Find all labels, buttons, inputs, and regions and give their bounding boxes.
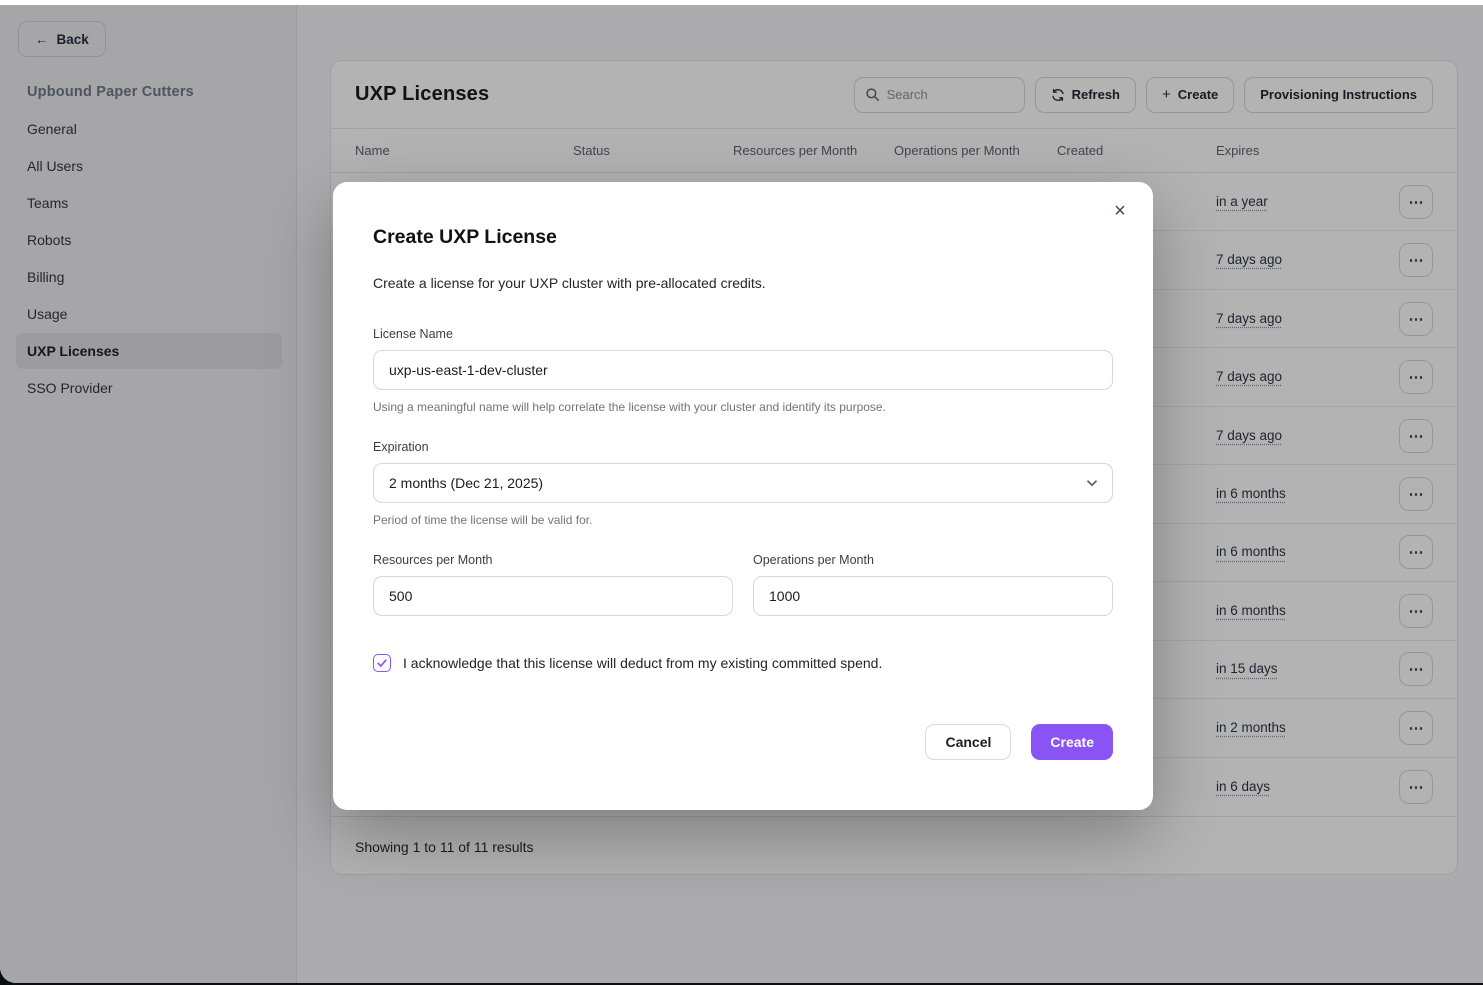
chevron-down-icon xyxy=(1084,475,1100,491)
modal-description: Create a license for your UXP cluster wi… xyxy=(373,275,1113,291)
screen: ← Back Upbound Paper Cutters GeneralAll … xyxy=(0,0,1483,985)
acknowledge-checkbox[interactable] xyxy=(373,654,391,672)
modal-create-button[interactable]: Create xyxy=(1031,724,1113,760)
license-name-field[interactable] xyxy=(373,350,1113,390)
cancel-button[interactable]: Cancel xyxy=(925,724,1011,760)
expiration-select[interactable]: 2 months (Dec 21, 2025) xyxy=(373,463,1113,503)
operations-per-month-field[interactable] xyxy=(753,576,1113,616)
modal-actions: Cancel Create xyxy=(373,724,1113,760)
license-name-label: License Name xyxy=(373,327,1113,341)
create-license-modal: × Create UXP License Create a license fo… xyxy=(333,182,1153,810)
acknowledge-label: I acknowledge that this license will ded… xyxy=(403,655,882,671)
app-window: ← Back Upbound Paper Cutters GeneralAll … xyxy=(0,5,1483,983)
resources-field-group: Resources per Month xyxy=(373,553,733,616)
expiration-helper: Period of time the license will be valid… xyxy=(373,513,1113,527)
expiration-selected-value: 2 months (Dec 21, 2025) xyxy=(389,475,543,491)
window-top-edge xyxy=(0,0,1483,5)
checkmark-icon xyxy=(376,657,388,669)
operations-field-group: Operations per Month xyxy=(753,553,1113,616)
resources-per-month-label: Resources per Month xyxy=(373,553,733,567)
resources-per-month-field[interactable] xyxy=(373,576,733,616)
license-name-helper: Using a meaningful name will help correl… xyxy=(373,400,1113,414)
operations-per-month-label: Operations per Month xyxy=(753,553,1113,567)
modal-title: Create UXP License xyxy=(373,226,1113,249)
acknowledge-row: I acknowledge that this license will ded… xyxy=(373,654,1113,672)
expiration-label: Expiration xyxy=(373,440,1113,454)
close-icon[interactable]: × xyxy=(1105,196,1135,226)
